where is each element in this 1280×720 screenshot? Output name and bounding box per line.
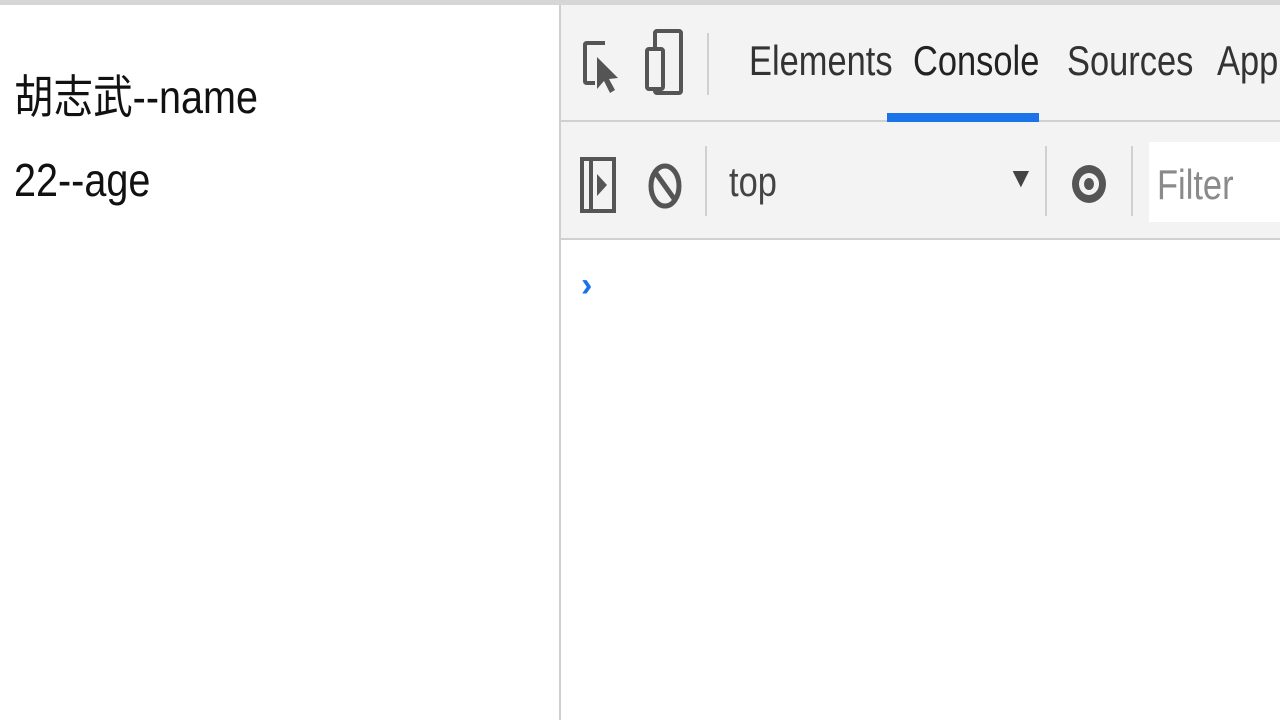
- toolbar-separator-2: [1045, 146, 1047, 216]
- web-page-viewport: 胡志武--name 22--age: [0, 5, 560, 720]
- tab-sources[interactable]: Sources: [1067, 37, 1193, 97]
- page-text-name: 胡志武--name: [14, 71, 258, 123]
- toolbar-separator-3: [1131, 146, 1133, 216]
- page-text-age: 22--age: [14, 154, 151, 206]
- device-toolbar-icon[interactable]: [645, 27, 685, 97]
- live-expression-icon[interactable]: [1069, 162, 1109, 206]
- toolbar-separator-1: [705, 146, 707, 216]
- console-output[interactable]: ›: [561, 240, 1280, 720]
- execution-context-label: top: [729, 158, 777, 205]
- console-toolbar: top ▼: [561, 122, 1280, 240]
- show-sidebar-icon[interactable]: [579, 156, 617, 214]
- tab-application[interactable]: Appli: [1217, 37, 1280, 97]
- active-tab-indicator: [887, 113, 1039, 122]
- filter-box: [1149, 142, 1280, 222]
- tab-elements[interactable]: Elements: [749, 37, 893, 97]
- inspect-element-icon[interactable]: [581, 35, 621, 95]
- execution-context-select[interactable]: top ▼: [725, 122, 1045, 238]
- dropdown-arrow-icon: ▼: [1007, 162, 1035, 193]
- devtools-tabbar: Elements Console Sources Appli: [561, 5, 1280, 122]
- devtools-panel: Elements Console Sources Appli top ▼: [559, 5, 1280, 720]
- console-prompt-icon: ›: [581, 266, 593, 304]
- filter-input[interactable]: [1157, 160, 1264, 210]
- tabbar-separator: [707, 33, 709, 95]
- tab-console[interactable]: Console: [913, 37, 1039, 97]
- clear-console-icon[interactable]: [647, 160, 683, 212]
